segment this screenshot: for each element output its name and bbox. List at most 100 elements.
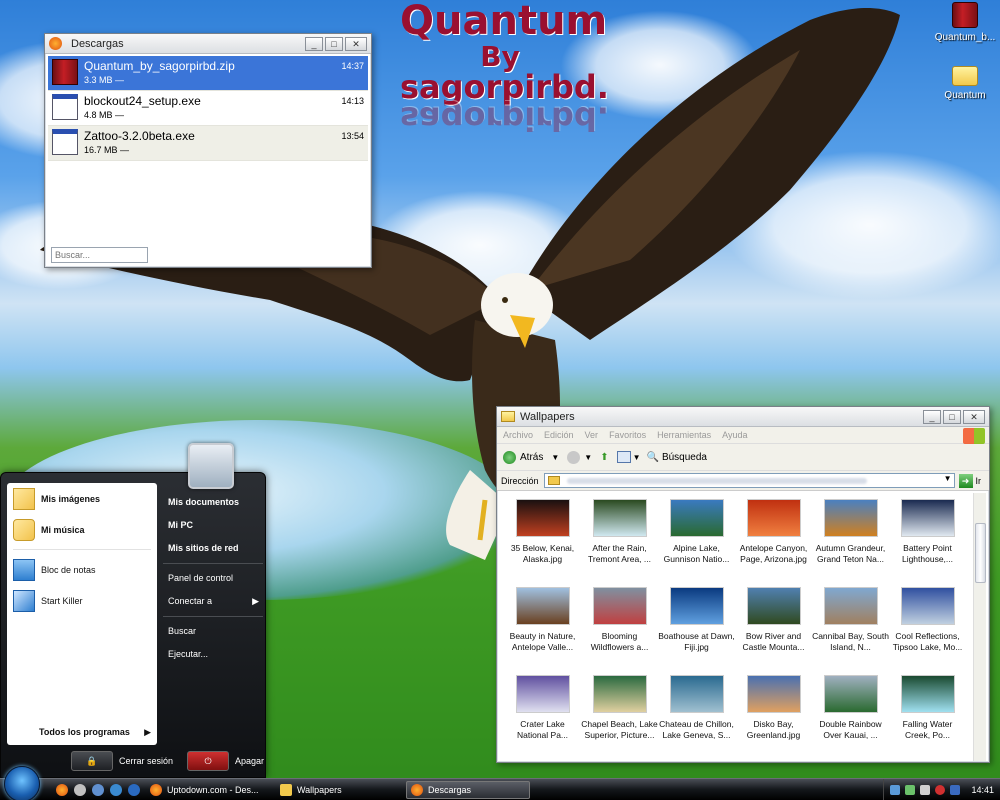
thumbnail-item[interactable]: Cool Reflections, Tipsoo Lake, Mo...	[889, 587, 966, 675]
chevron-down-icon[interactable]: ▼	[633, 453, 641, 462]
thumbnail-item[interactable]: Double Rainbow Over Kauai, ...	[812, 675, 889, 763]
forward-arrow-icon[interactable]	[567, 450, 581, 464]
minimize-button[interactable]: _	[305, 36, 323, 51]
go-arrow-icon[interactable]: ➜	[958, 473, 973, 488]
search-button[interactable]: Búsqueda	[662, 452, 707, 463]
thumbnail-item[interactable]: Chapel Beach, Lake Superior, Picture...	[581, 675, 658, 763]
menu-ayuda[interactable]: Ayuda	[722, 430, 747, 440]
vertical-scrollbar[interactable]	[973, 493, 986, 761]
system-tray: 14:41	[883, 779, 1000, 800]
clock[interactable]: 14:41	[971, 785, 994, 795]
downloads-list: Quantum_by_sagorpirbd.zip 3.3 MB — 14:37…	[48, 56, 368, 276]
network-icon[interactable]	[890, 784, 901, 795]
thumbnail-item[interactable]: Battery Point Lighthouse,...	[889, 499, 966, 587]
taskbar-item-descargas[interactable]: Descargas	[406, 780, 530, 799]
start-button[interactable]	[4, 765, 40, 800]
thumbnail-item[interactable]: Chateau de Chillon, Lake Geneva, S...	[658, 675, 735, 763]
thumbnail-item[interactable]: Blooming Wildflowers a...	[581, 587, 658, 675]
logoff-button[interactable]: 🔒	[71, 751, 113, 771]
menu-herramientas[interactable]: Herramientas	[657, 430, 711, 440]
thumbnail-caption: Bow River and Castle Mounta...	[742, 631, 805, 652]
start-item-mi-musica[interactable]: Mi música	[7, 514, 157, 545]
shutdown-button[interactable]: ⏻	[187, 751, 230, 771]
thumbnail-item[interactable]: Alpine Lake, Gunnison Natio...	[658, 499, 735, 587]
start-item-mi-pc[interactable]: Mi PC	[163, 514, 263, 537]
scrollbar-thumb[interactable]	[975, 523, 986, 583]
thumbnail-image	[592, 587, 647, 625]
close-button[interactable]: ✕	[963, 409, 985, 424]
download-size: 16.7 MB —	[84, 145, 130, 155]
download-item[interactable]: Quantum_by_sagorpirbd.zip 3.3 MB — 14:37	[48, 56, 368, 91]
start-item-buscar[interactable]: Buscar	[163, 620, 263, 643]
menu-favoritos[interactable]: Favoritos	[609, 430, 646, 440]
views-icon[interactable]	[616, 451, 631, 463]
thumbnail-item[interactable]: Disko Bay, Greenland.jpg	[735, 675, 812, 763]
taskbar: Uptodown.com - Des... Wallpapers Descarg…	[0, 765, 1000, 800]
thumbnail-item[interactable]: Falling Water Creek, Po...	[889, 675, 966, 763]
thumbnail-item[interactable]: 35 Below, Kenai, Alaska.jpg	[504, 499, 581, 587]
download-item[interactable]: blockout24_setup.exe 4.8 MB — 14:13	[48, 91, 368, 126]
thumbnail-item[interactable]: After the Rain, Tremont Area, ...	[581, 499, 658, 587]
address-input[interactable]: ▼	[543, 473, 955, 488]
antivirus-icon[interactable]	[935, 784, 946, 795]
chevron-down-icon[interactable]: ▼	[584, 453, 592, 462]
thumbnail-item[interactable]: Antelope Canyon, Page, Arizona.jpg	[735, 499, 812, 587]
start-item-panel-de-control[interactable]: Panel de control	[163, 567, 263, 590]
quick-launch-icon[interactable]	[92, 783, 104, 796]
thumbnail-caption: Double Rainbow Over Kauai, ...	[819, 719, 882, 740]
thumbnail-item[interactable]: Bow River and Castle Mounta...	[735, 587, 812, 675]
all-programs-button[interactable]: Todos los programas ▶	[7, 727, 157, 737]
downloads-search-input[interactable]	[51, 247, 148, 263]
thumbnail-image	[900, 675, 955, 713]
start-item-start-killer[interactable]: Start Killer	[7, 585, 157, 616]
volume-icon[interactable]	[920, 784, 931, 795]
menu-ver[interactable]: Ver	[585, 430, 599, 440]
taskbar-item-label: Descargas	[428, 784, 472, 795]
start-item-ejecutar[interactable]: Ejecutar...	[163, 643, 263, 666]
download-size: 4.8 MB —	[84, 110, 125, 120]
minimize-button[interactable]: _	[923, 409, 941, 424]
close-button[interactable]: ✕	[345, 36, 367, 51]
user-avatar[interactable]	[188, 443, 234, 489]
downloads-titlebar[interactable]: Descargas _ □ ✕	[45, 34, 371, 54]
thumbnail-item[interactable]: Autumn Grandeur, Grand Teton Na...	[812, 499, 889, 587]
start-item-conectar-a[interactable]: Conectar a ▶	[163, 590, 263, 613]
chevron-down-icon[interactable]: ▼	[944, 474, 952, 483]
thumbnail-item[interactable]: Cannibal Bay, South Island, N...	[812, 587, 889, 675]
start-item-mis-imagenes[interactable]: Mis imágenes	[7, 483, 157, 514]
go-button[interactable]: Ir	[976, 476, 982, 486]
maximize-button[interactable]: □	[325, 36, 343, 51]
menu-archivo[interactable]: Archivo	[503, 430, 533, 440]
start-item-mis-documentos[interactable]: Mis documentos	[163, 491, 263, 514]
ie-icon[interactable]	[128, 783, 140, 796]
separator	[163, 616, 263, 617]
start-item-bloc-de-notas[interactable]: Bloc de notas	[7, 554, 157, 585]
quick-launch-icon[interactable]	[110, 783, 122, 796]
thumbnail-item[interactable]: Boathouse at Dawn, Fiji.jpg	[658, 587, 735, 675]
maximize-button[interactable]: □	[943, 409, 961, 424]
thumbnail-item[interactable]: Crater Lake National Pa...	[504, 675, 581, 763]
download-item[interactable]: Zattoo-3.2.0beta.exe 16.7 MB — 13:54	[48, 126, 368, 161]
shutdown-label[interactable]: Apagar	[235, 756, 264, 766]
taskbar-item-wallpapers[interactable]: Wallpapers	[276, 781, 400, 799]
quick-launch-icon[interactable]	[74, 783, 86, 796]
logoff-label[interactable]: Cerrar sesión	[119, 756, 173, 766]
firefox-icon[interactable]	[56, 783, 68, 796]
music-folder-icon	[13, 518, 35, 541]
explorer-titlebar[interactable]: Wallpapers _ □ ✕	[497, 407, 989, 427]
search-icon[interactable]: 🔍	[647, 452, 659, 463]
window-title: Wallpapers	[520, 410, 575, 423]
desktop-icon-quantum-folder[interactable]: Quantum	[930, 62, 1000, 101]
back-button[interactable]: Atrás	[520, 452, 543, 463]
lock-icon: 🔒	[86, 755, 98, 766]
desktop-icon-quantum-zip[interactable]: Quantum_b...	[930, 2, 1000, 43]
taskbar-item-uptodown[interactable]: Uptodown.com - Des...	[146, 781, 270, 799]
menu-edicion[interactable]: Edición	[544, 430, 574, 440]
tray-icon[interactable]	[905, 784, 916, 795]
chevron-down-icon[interactable]: ▼	[551, 453, 559, 462]
tray-icon[interactable]	[950, 784, 961, 795]
folder-up-icon[interactable]: ⬆	[600, 452, 608, 463]
thumbnail-item[interactable]: Beauty in Nature, Antelope Valle...	[504, 587, 581, 675]
start-item-mis-sitios-de-red[interactable]: Mis sitios de red	[163, 537, 263, 560]
back-arrow-icon[interactable]	[503, 450, 516, 464]
